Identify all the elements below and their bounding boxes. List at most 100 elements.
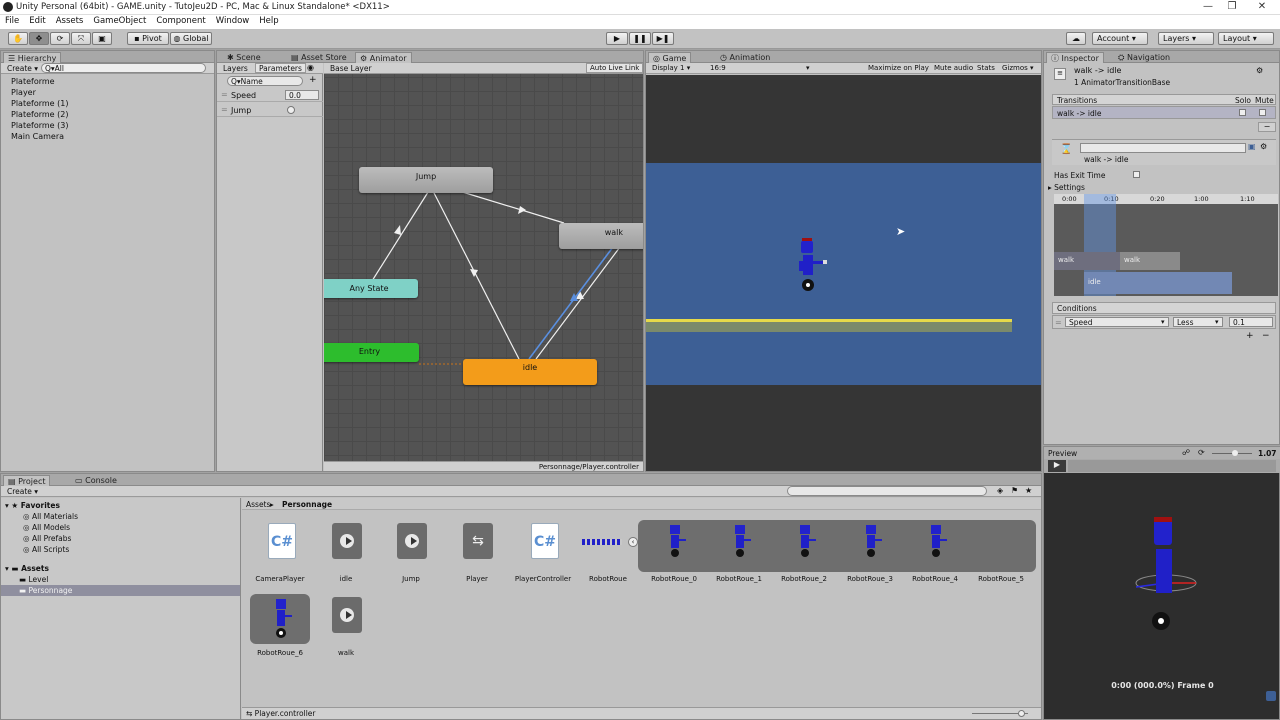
state-node-walk[interactable]: walk — [559, 223, 643, 249]
maximize-icon[interactable]: ❐ — [1222, 1, 1242, 12]
layout-dropdown[interactable]: Layout ▾ — [1218, 32, 1274, 45]
asset-walk[interactable]: walk — [316, 597, 376, 657]
remove-condition-icon[interactable]: − — [1262, 331, 1270, 341]
asset-jump[interactable]: Jump — [381, 523, 441, 583]
menu-component[interactable]: Component — [151, 15, 210, 27]
aspect-dropdown[interactable]: 16:9 — [710, 64, 726, 72]
play-button[interactable]: ▶ — [606, 32, 628, 45]
favorite-item[interactable]: ◎ All Materials — [23, 512, 78, 521]
param-row-jump[interactable]: = Jump — [217, 103, 323, 117]
animator-graph[interactable]: Base Layer Auto Live Link Jump walk Any … — [324, 63, 643, 461]
expand-icon[interactable]: ‹ — [628, 537, 638, 547]
favorites-folder[interactable]: ▾ ★ Favorites — [5, 501, 60, 510]
move-tool-icon[interactable]: ✥ — [29, 32, 49, 45]
mute-audio-toggle[interactable]: Mute audio — [934, 64, 973, 72]
sprite-robot-roue-1[interactable]: RobotRoue_1 — [709, 523, 769, 583]
asset-idle[interactable]: idle — [316, 523, 376, 583]
asset-player-controller[interactable]: C# PlayerController — [513, 523, 573, 583]
param-row-speed[interactable]: = Speed 0.0 — [217, 88, 323, 102]
sprite-robot-roue-6[interactable]: RobotRoue_6 — [250, 597, 310, 657]
favorite-item[interactable]: ◎ All Scripts — [23, 545, 69, 554]
icon-size-slider-handle[interactable] — [1018, 710, 1025, 717]
settings-foldout[interactable]: ▸ Settings — [1048, 183, 1085, 192]
state-node-idle[interactable]: idle — [463, 359, 597, 385]
minimize-icon[interactable]: — — [1198, 1, 1218, 12]
menu-window[interactable]: Window — [211, 15, 255, 27]
filter-type-icon[interactable]: ◈ — [997, 486, 1003, 495]
parameter-search-input[interactable]: Q▾Name — [227, 76, 303, 86]
gizmos-dropdown[interactable]: Gizmos ▾ — [1002, 64, 1034, 72]
eye-icon[interactable]: ◉ — [307, 63, 314, 72]
condition-value-input[interactable]: 0.1 — [1229, 317, 1273, 327]
favorite-item[interactable]: ◎ All Prefabs — [23, 534, 71, 543]
sprite-robot-roue-0[interactable]: RobotRoue_0 — [644, 523, 704, 583]
favorite-star-icon[interactable]: ★ — [1025, 486, 1032, 495]
folder-level[interactable]: ▬ Level — [19, 575, 48, 584]
transition-timeline[interactable]: 0:00 0:10 0:20 1:00 1:10 walk walk idle — [1054, 194, 1278, 296]
close-icon[interactable]: ✕ — [1252, 1, 1272, 12]
rect-tool-icon[interactable]: ▣ — [92, 32, 112, 45]
hierarchy-item[interactable]: Plateforme (2) — [11, 110, 68, 119]
preview-play-button[interactable]: ▶ — [1048, 460, 1066, 472]
folder-personnage-selected[interactable]: ▬ Personnage — [1, 585, 240, 596]
transition-name-input[interactable] — [1080, 143, 1246, 153]
preview-settings-icon[interactable] — [1266, 691, 1276, 701]
aspect-chevron-icon[interactable]: ▾ — [806, 64, 810, 72]
tab-navigation[interactable]: ⛭ Navigation — [1114, 52, 1174, 63]
param-speed-value[interactable]: 0.0 — [285, 90, 319, 100]
sprite-robot-roue-4[interactable]: RobotRoue_4 — [905, 523, 965, 583]
project-create-button[interactable]: Create ▾ — [7, 487, 38, 496]
hierarchy-item[interactable]: Main Camera — [11, 132, 64, 141]
stats-toggle[interactable]: Stats — [977, 64, 995, 72]
breadcrumb-root[interactable]: Assets — [246, 500, 270, 509]
menu-assets[interactable]: Assets — [51, 15, 89, 27]
add-parameter-icon[interactable]: + — [309, 75, 317, 85]
solo-checkbox[interactable] — [1239, 109, 1246, 116]
hierarchy-item[interactable]: Plateforme — [11, 77, 55, 86]
condition-op-chevron-icon[interactable]: ▾ — [1215, 318, 1219, 326]
layers-dropdown[interactable]: Layers ▾ — [1158, 32, 1214, 45]
sprite-robot-roue-2[interactable]: RobotRoue_2 — [774, 523, 834, 583]
open-icon[interactable]: ▣ — [1248, 142, 1256, 151]
tab-animator[interactable]: ⚙ Animator — [355, 52, 412, 63]
filter-label-icon[interactable]: ⚑ — [1011, 486, 1018, 495]
account-dropdown[interactable]: Account ▾ — [1092, 32, 1148, 45]
sprite-robot-roue-3[interactable]: RobotRoue_3 — [840, 523, 900, 583]
breadcrumb-leaf[interactable]: Personnage — [282, 500, 332, 509]
drag-handle-icon[interactable]: = — [1055, 318, 1062, 327]
step-button[interactable]: ▶❚ — [652, 32, 674, 45]
menu-edit[interactable]: Edit — [24, 15, 50, 27]
param-jump-trigger[interactable] — [287, 106, 295, 114]
tab-project[interactable]: ▤ Project — [3, 475, 51, 486]
hierarchy-item[interactable]: Plateforme (1) — [11, 99, 68, 108]
global-button[interactable]: ◍ Global — [170, 32, 212, 45]
project-search-input[interactable] — [787, 486, 987, 496]
tab-inspector[interactable]: ⓘ Inspector — [1046, 52, 1104, 63]
asset-player[interactable]: ⇆ Player — [447, 523, 507, 583]
transition-list-item[interactable]: walk -> idle — [1052, 106, 1276, 119]
pivot-toggle-icon[interactable]: ☍ — [1182, 448, 1190, 457]
maximize-on-play-toggle[interactable]: Maximize on Play — [868, 64, 929, 72]
cloud-icon[interactable]: ☁ — [1066, 32, 1086, 45]
state-node-jump[interactable]: Jump — [359, 167, 493, 193]
mute-checkbox[interactable] — [1259, 109, 1266, 116]
assets-folder[interactable]: ▾ ▬ Assets — [5, 564, 49, 573]
hierarchy-create-button[interactable]: Create ▾ — [7, 64, 38, 73]
scale-tool-icon[interactable]: ⤧ — [71, 32, 91, 45]
preview-scrubber[interactable] — [1068, 460, 1276, 472]
hierarchy-search-input[interactable]: Q▾All — [41, 63, 206, 73]
favorite-item[interactable]: ◎ All Models — [23, 523, 70, 532]
hierarchy-item[interactable]: Player — [11, 88, 36, 97]
hierarchy-item[interactable]: Plateforme (3) — [11, 121, 68, 130]
state-node-any-state[interactable]: Any State — [324, 279, 418, 298]
has-exit-time-checkbox[interactable] — [1133, 171, 1140, 178]
tab-scene[interactable]: ✱ Scene — [223, 52, 265, 63]
menu-help[interactable]: Help — [254, 15, 283, 27]
tab-layers[interactable]: Layers — [223, 64, 248, 73]
state-node-entry[interactable]: Entry — [324, 343, 419, 362]
speed-slider-handle[interactable] — [1232, 450, 1238, 456]
tab-console[interactable]: ▭ Console — [71, 475, 121, 486]
pause-button[interactable]: ❚❚ — [629, 32, 651, 45]
tab-animation[interactable]: ◷ Animation — [716, 52, 774, 63]
rotate-tool-icon[interactable]: ⟳ — [50, 32, 70, 45]
